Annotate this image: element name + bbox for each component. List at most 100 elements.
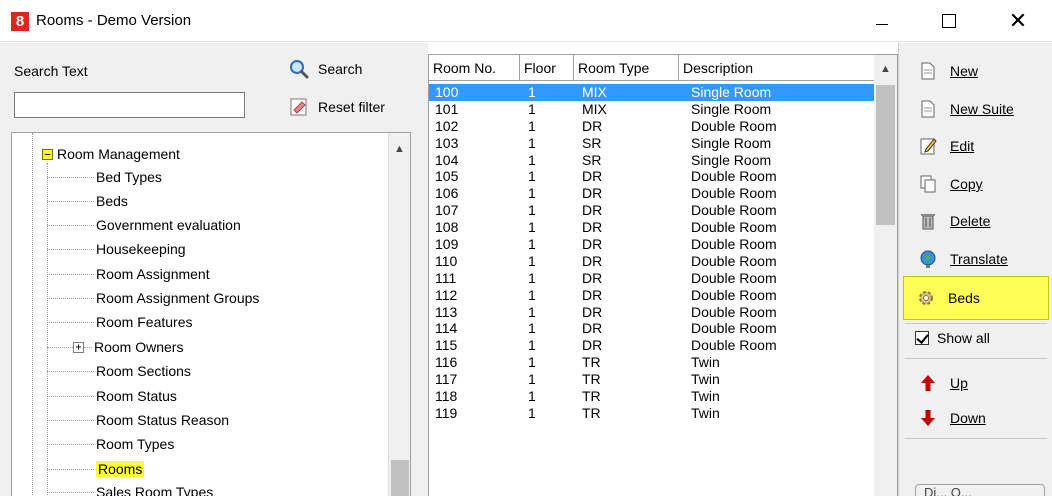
table-row[interactable]: 117 1 TR Twin xyxy=(429,371,875,388)
translate-button[interactable]: Translate xyxy=(906,241,1046,277)
new-suite-button[interactable]: New Suite xyxy=(906,91,1046,127)
scroll-up-icon[interactable]: ▲ xyxy=(394,143,405,155)
maximize-button[interactable] xyxy=(921,0,977,42)
partial-button[interactable]: Di... O... xyxy=(915,484,1045,496)
tree-item-rooms[interactable]: Rooms xyxy=(47,458,145,480)
minimize-button[interactable] xyxy=(854,0,910,42)
table-cell: Double Room xyxy=(691,337,777,354)
tree-item-room-types[interactable]: Room Types xyxy=(47,433,174,455)
table-cell: 100 xyxy=(435,84,459,100)
tree-item-room-assignment-groups[interactable]: Room Assignment Groups xyxy=(47,287,259,309)
table-cell: 104 xyxy=(435,151,459,168)
table-cell: DR xyxy=(582,117,603,134)
search-button-label: Search xyxy=(318,61,363,77)
tree-item-housekeeping[interactable]: Housekeeping xyxy=(47,238,186,260)
table-cell: Double Room xyxy=(691,252,777,269)
arrow-down-icon xyxy=(921,410,935,426)
table-cell: DR xyxy=(582,303,603,320)
copy-icon xyxy=(920,175,936,193)
expand-icon[interactable]: + xyxy=(73,341,84,353)
scroll-thumb[interactable] xyxy=(391,460,409,496)
tree-item-room-status-reason[interactable]: Room Status Reason xyxy=(47,409,229,431)
table-cell: MIX xyxy=(582,100,607,117)
table-cell: Twin xyxy=(691,371,720,388)
table-row[interactable]: 112 1 DR Double Room xyxy=(429,287,875,304)
table-row[interactable]: 105 1 DR Double Room xyxy=(429,168,875,185)
table-cell: Twin xyxy=(691,388,720,405)
table-cell: 1 xyxy=(528,371,536,388)
up-button[interactable]: Up xyxy=(906,365,1046,401)
new-document-icon xyxy=(921,100,935,118)
checkbox-checked-icon[interactable] xyxy=(915,331,929,345)
tree-item-sales-room-types[interactable]: Sales Room Types xyxy=(47,481,213,496)
table-cell: Twin xyxy=(691,404,720,421)
table-row[interactable]: 119 1 TR Twin xyxy=(429,405,875,422)
table-row[interactable]: 104 1 SR Single Room xyxy=(429,152,875,169)
table-row[interactable]: 111 1 DR Double Room xyxy=(429,270,875,287)
table-row[interactable]: 103 1 SR Single Room xyxy=(429,135,875,152)
grid-scrollbar[interactable]: ▲ xyxy=(874,55,897,496)
table-cell: 105 xyxy=(435,168,459,185)
table-cell: Double Room xyxy=(691,168,777,185)
table-row[interactable]: 100 1 MIX Single Room xyxy=(429,84,875,101)
table-row[interactable]: 107 1 DR Double Room xyxy=(429,202,875,219)
table-row[interactable]: 108 1 DR Double Room xyxy=(429,219,875,236)
title-bar: 8 Rooms - Demo Version ✕ xyxy=(0,0,1052,42)
edit-button[interactable]: Edit xyxy=(906,128,1046,164)
window-title: Rooms - Demo Version xyxy=(36,12,192,29)
table-row[interactable]: 109 1 DR Double Room xyxy=(429,236,875,253)
new-button[interactable]: New xyxy=(906,53,1046,89)
panel-splitter[interactable] xyxy=(420,43,428,496)
table-row[interactable]: 110 1 DR Double Room xyxy=(429,253,875,270)
tree-item-room-owners[interactable]: + Room Owners xyxy=(47,336,183,358)
table-row[interactable]: 102 1 DR Double Room xyxy=(429,118,875,135)
close-button[interactable]: ✕ xyxy=(990,0,1046,42)
search-button[interactable]: Search xyxy=(278,53,414,85)
scroll-up-icon[interactable]: ▲ xyxy=(880,63,891,75)
table-row[interactable]: 113 1 DR Double Room xyxy=(429,304,875,321)
rooms-grid[interactable]: Room No. Floor Room Type Description 100… xyxy=(428,54,898,496)
table-cell: 1 xyxy=(528,151,536,168)
table-cell: 1 xyxy=(528,185,536,202)
table-cell: DR xyxy=(582,252,603,269)
tree-item-room-sections[interactable]: Room Sections xyxy=(47,360,191,382)
beds-button[interactable]: Beds xyxy=(903,276,1049,320)
delete-button[interactable]: Delete xyxy=(906,203,1046,239)
tree-item-beds[interactable]: Beds xyxy=(47,190,128,212)
column-header-room-type[interactable]: Room Type xyxy=(574,55,679,81)
table-row[interactable]: 118 1 TR Twin xyxy=(429,388,875,405)
tree-item-room-features[interactable]: Room Features xyxy=(47,311,192,333)
table-cell: 1 xyxy=(528,202,536,219)
table-cell: SR xyxy=(582,134,602,151)
tree-item-bed-types[interactable]: Bed Types xyxy=(47,166,162,188)
collapse-icon[interactable]: − xyxy=(42,148,53,160)
column-header-room-no[interactable]: Room No. xyxy=(429,55,520,81)
copy-button[interactable]: Copy xyxy=(906,166,1046,202)
grid-header: Room No. Floor Room Type Description xyxy=(429,55,875,81)
table-row[interactable]: 116 1 TR Twin xyxy=(429,354,875,371)
reset-filter-button[interactable]: Reset filter xyxy=(278,91,414,123)
table-cell: 1 xyxy=(528,252,536,269)
show-all-checkbox[interactable]: Show all xyxy=(915,330,990,346)
search-input[interactable] xyxy=(14,92,245,118)
navigation-tree[interactable]: − Room Management Bed Types Beds Governm… xyxy=(11,132,411,496)
table-cell: DR xyxy=(582,269,603,286)
table-row[interactable]: 115 1 DR Double Room xyxy=(429,337,875,354)
down-button[interactable]: Down xyxy=(906,400,1046,436)
left-panel: Search Text Search Reset filter − Room M… xyxy=(0,43,420,496)
tree-item-government-evaluation[interactable]: Government evaluation xyxy=(47,214,241,236)
column-header-description[interactable]: Description xyxy=(679,55,875,81)
tree-scrollbar[interactable]: ▲ xyxy=(388,133,410,496)
table-row[interactable]: 106 1 DR Double Room xyxy=(429,185,875,202)
tree-node-room-management[interactable]: − Room Management xyxy=(42,143,180,165)
table-cell: Double Room xyxy=(691,185,777,202)
table-row[interactable]: 114 1 DR Double Room xyxy=(429,320,875,337)
scroll-thumb[interactable] xyxy=(876,85,895,225)
table-row[interactable]: 101 1 MIX Single Room xyxy=(429,101,875,118)
table-cell: 113 xyxy=(435,303,458,320)
tree-item-room-assignment[interactable]: Room Assignment xyxy=(47,263,210,285)
tree-item-room-status[interactable]: Room Status xyxy=(47,385,177,407)
table-cell: Double Room xyxy=(691,320,777,337)
reset-filter-label: Reset filter xyxy=(318,99,385,115)
column-header-floor[interactable]: Floor xyxy=(520,55,574,81)
